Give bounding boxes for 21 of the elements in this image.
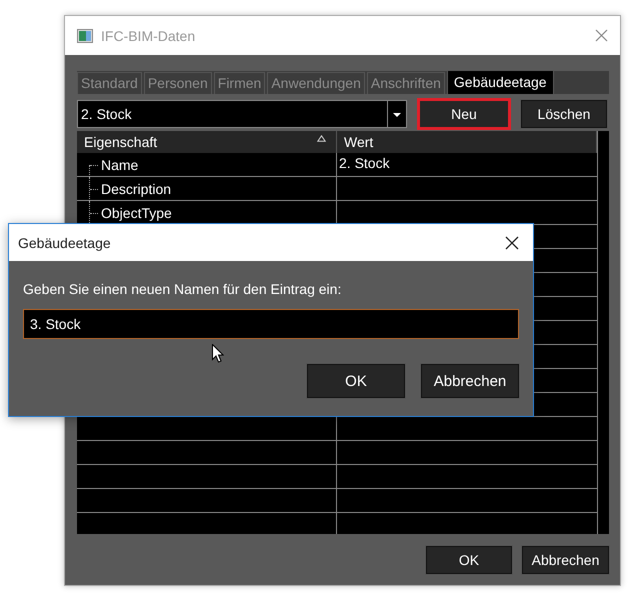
storey-dropdown[interactable]: 2. Stock — [77, 100, 407, 128]
table-cell: Name — [77, 153, 337, 176]
window-title: IFC-BIM-Daten — [101, 28, 196, 44]
dialog-title: Gebäudeetage — [18, 234, 111, 250]
table-cell-text: 2. Stock — [338, 154, 391, 173]
prompt-text: Geben Sie einen neuen Namen für den Eintrag ein: — [23, 281, 342, 297]
dialog-button[interactable]: OK — [307, 364, 405, 398]
toolbar-button[interactable]: Löschen — [521, 100, 607, 128]
table-cell: Description — [77, 177, 337, 200]
mouse-pointer-icon — [212, 344, 224, 363]
toolbar-button[interactable]: Neu — [417, 98, 511, 130]
column-title: Wert — [344, 134, 374, 150]
window-icon — [77, 28, 93, 42]
name-input-field[interactable]: 3. Stock — [23, 309, 519, 339]
dialog-button[interactable]: Abbrechen — [421, 364, 519, 398]
tab[interactable]: Gebäudeetage — [446, 70, 554, 94]
dialog-button[interactable]: OK — [426, 546, 512, 574]
close-icon[interactable] — [505, 236, 519, 250]
column-title: Eigenschaft — [84, 134, 158, 150]
column-header[interactable]: Eigenschaft — [77, 131, 337, 153]
dialog-button[interactable]: Abbrechen — [522, 546, 609, 574]
